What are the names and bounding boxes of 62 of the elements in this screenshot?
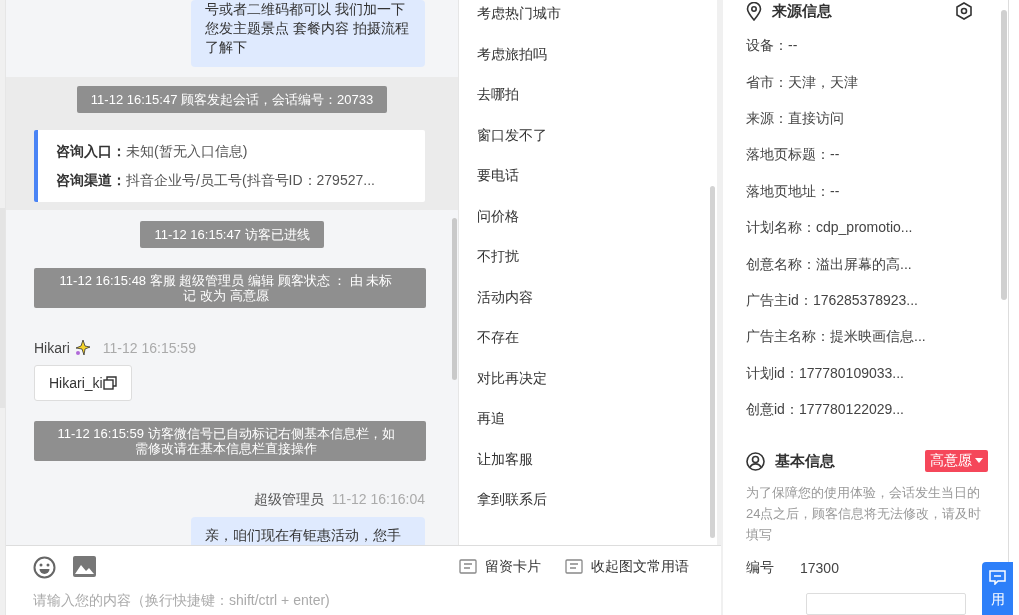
phrase-item[interactable]: 窗口发不了	[459, 115, 717, 156]
info-row-text: 省市：天津，天津	[746, 72, 859, 92]
source-field: 咨询入口：未知(暂无入口信息)	[56, 137, 425, 166]
phrase-item[interactable]: 不打扰	[459, 237, 717, 278]
info-row-text: 计划名称：cdp_promotio...	[746, 218, 914, 238]
copy-icon[interactable]	[102, 376, 117, 390]
emoji-icon[interactable]	[33, 555, 56, 579]
location-pin-icon	[746, 1, 762, 21]
phrase-item[interactable]: 对比再决定	[459, 358, 717, 399]
toolbar-action[interactable]: 留资卡片	[459, 558, 541, 576]
hint-text: 为了保障您的使用体验，会话发生当日的24点之后，顾客信息将无法修改，请及时填写	[746, 484, 983, 545]
phrase-item[interactable]: 要电话	[459, 156, 717, 197]
comment-icon[interactable]	[565, 559, 583, 575]
caret-icon[interactable]	[975, 458, 983, 465]
info-row-text: 广告主id：176285378923...	[746, 290, 919, 310]
comment-icon[interactable]	[459, 559, 477, 575]
info-row-text: 落地页地址：--	[746, 181, 841, 201]
info-row-text: 落地页标题：--	[746, 145, 841, 165]
phrase-item[interactable]: 不存在	[459, 318, 717, 359]
message-time: 11-12 16:16:04	[331, 491, 425, 509]
phrase-item[interactable]: 问价格	[459, 196, 717, 237]
source-field: 咨询渠道：抖音企业号/员工号(抖音号ID：279527...	[56, 166, 425, 195]
section-title: 来源信息	[772, 1, 832, 21]
scrollbar[interactable]	[1001, 10, 1007, 300]
info-row-text: 计划id：177780109033...	[746, 363, 905, 383]
scrollbar[interactable]	[452, 218, 457, 380]
section-title: 基本信息	[775, 451, 835, 471]
message-input[interactable]: 请输入您的内容（换行快捷键：shift/ctrl + enter)	[33, 588, 633, 612]
message-bubble: 号或者二维码都可以 我们加一下您发主题景点 套餐内容 拍摄流程了解下	[191, 0, 425, 67]
system-notice: 11-12 16:15:47 访客已进线	[140, 221, 324, 248]
field-value: 17300	[800, 560, 839, 577]
info-row-text: 创意id：177780122029...	[746, 400, 905, 420]
message-time: 11-12 16:15:59	[102, 339, 196, 356]
scrollbar[interactable]	[710, 186, 715, 538]
info-row-text: 来源：直接访问	[746, 108, 845, 128]
input-field[interactable]	[806, 593, 966, 615]
phrase-item[interactable]: 考虑热门城市	[459, 0, 717, 35]
user-icon	[746, 451, 765, 471]
image-icon[interactable]	[73, 555, 96, 577]
field-label: 编号	[746, 559, 774, 578]
visitor-name: Hikari	[34, 339, 70, 356]
phrase-item[interactable]: 活动内容	[459, 277, 717, 318]
agent-name: 超级管理员	[253, 491, 324, 509]
toolbar-action[interactable]: 收起图文常用语	[565, 558, 689, 576]
phrase-item[interactable]: 再追	[459, 399, 717, 440]
chat-icon[interactable]	[989, 570, 1006, 585]
chat-float-button[interactable]: 用	[982, 562, 1013, 615]
info-row-text: 广告主名称：提米映画信息...	[746, 327, 927, 347]
phrase-item[interactable]: 让加客服	[459, 439, 717, 480]
phrase-item[interactable]: 考虑旅拍吗	[459, 34, 717, 75]
status-dropdown[interactable]: 高意愿	[925, 450, 988, 473]
system-notice: 11-12 16:15:47 顾客发起会话，会话编号：20733	[76, 86, 388, 113]
system-notice: 11-12 16:15:59 访客微信号已自动标记右侧基本信息栏，如需修改请在基本信息栏直接操作	[34, 421, 426, 461]
contact-card[interactable]: Hikari_ki	[34, 365, 132, 401]
settings-icon[interactable]	[955, 2, 973, 20]
info-row-text: 设备：--	[746, 36, 799, 56]
phrase-item[interactable]: 拿到联系后	[459, 480, 717, 521]
info-row-text: 创意名称：溢出屏幕的高...	[746, 254, 913, 274]
phrase-item[interactable]: 去哪拍	[459, 75, 717, 116]
message-bubble: 亲，咱们现在有钜惠活动，您手	[191, 517, 425, 545]
sparkle-icon	[73, 339, 91, 356]
system-notice: 11-12 16:15:48 客服 超级管理员 编辑 顾客状态 ： 由 未标记 改为 高意愿	[34, 268, 426, 308]
